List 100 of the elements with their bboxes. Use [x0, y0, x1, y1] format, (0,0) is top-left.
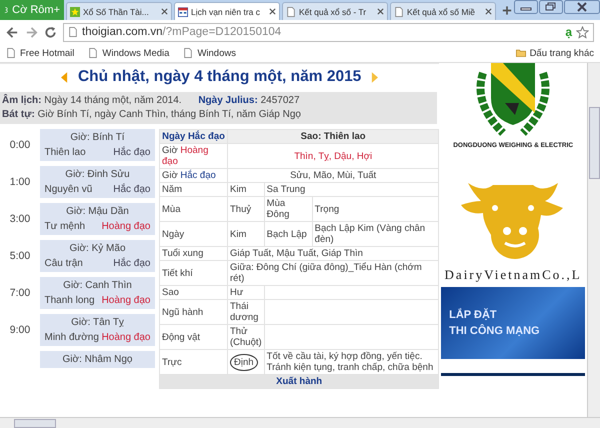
page-icon — [6, 48, 16, 58]
tab-label: Kết quả xổ số - Tr — [299, 6, 368, 16]
browser-tab[interactable]: Xổ Số Thần Tài... — [66, 2, 172, 20]
hour-star-label: Thanh long — [44, 295, 95, 306]
table-cell: Tiết khí — [162, 268, 193, 278]
page-icon — [394, 6, 404, 16]
table-cell: Sao — [162, 287, 179, 298]
url-text: thoigian.com.vn/?mPage=D120150104 — [82, 26, 282, 38]
close-icon[interactable] — [269, 8, 276, 15]
table-cell: Sa Trung — [266, 184, 306, 195]
hour-time: 5:00 — [8, 250, 32, 262]
hour-star-label: Thiên lao — [44, 147, 86, 158]
close-icon[interactable] — [485, 8, 492, 15]
table-cell: Sửu, Mão, Mùi, Tuất — [290, 170, 376, 181]
julian-day-text: Ngày Julius: 2457027 — [198, 95, 300, 106]
table-cell: Tuổi xung — [162, 248, 204, 259]
table-cell: Thái dương — [230, 301, 258, 323]
date-title: Chủ nhật, ngày 4 tháng một, năm 2015 — [78, 68, 362, 86]
table-cell: Mùa Đông — [266, 198, 290, 220]
hour-name: Giờ: Tân Tỵ — [71, 317, 124, 328]
page-icon — [286, 6, 296, 16]
horizontal-scrollbar[interactable] — [0, 417, 600, 428]
table-cell: Giờ Hắc đạo — [162, 170, 216, 181]
tab-label: Xổ Số Thần Tài... — [83, 6, 150, 16]
hour-type-label: Hoàng đạo — [102, 332, 150, 343]
hour-name: Giờ: Đinh Sửu — [65, 169, 130, 180]
vertical-scrollbar[interactable] — [587, 63, 600, 417]
table-cell: Hư — [230, 287, 244, 298]
table-cell: Trọng — [314, 204, 340, 214]
folder-icon — [516, 48, 526, 58]
hour-time: 7:00 — [8, 287, 32, 299]
table-cell: Ngũ hành — [162, 306, 204, 318]
bookmark-item[interactable]: Windows Media — [88, 48, 170, 58]
hour-star-label: Minh đường — [44, 332, 99, 343]
network-install-banner[interactable]: LẮP ĐẶT THI CÔNG MẠNG — [441, 287, 586, 359]
page-icon — [183, 48, 194, 58]
address-bar[interactable]: thoigian.com.vn/?mPage=D120150104 ạ — [63, 22, 594, 42]
new-tab-icon[interactable] — [502, 5, 512, 16]
table-header: Sao: Thiên lao — [300, 131, 366, 142]
hour-type-label: Hắc đạo — [113, 258, 150, 269]
reload-icon[interactable] — [44, 26, 57, 38]
tab-label: Lịch vạn niên tra c — [191, 6, 261, 16]
hour-star-label: Câu trận — [44, 258, 83, 269]
table-header: Ngày Hắc đạo — [162, 131, 225, 142]
table-cell: Thử (Chuột) — [230, 326, 262, 348]
other-bookmarks-folder[interactable]: Dấu trang khác — [516, 48, 594, 58]
hour-star-label: Nguyên vũ — [44, 184, 92, 195]
hour-time: 3:00 — [8, 213, 32, 225]
dairy-caption: DairyVietnamCo.,L — [444, 267, 582, 283]
browser-tab[interactable]: Kết quả xổ số - Tr — [282, 2, 388, 20]
tab-label: Kết quả xổ số Miề — [407, 6, 476, 16]
back-icon[interactable] — [6, 26, 19, 38]
close-window-icon[interactable] — [564, 0, 600, 14]
hour-name: Giờ: Kỷ Mão — [69, 243, 126, 254]
bat-tu-text: Bát tự: Giờ Bính Tí, ngày Canh Thìn, tháng Bính Tí, năm Giáp Ngọ — [2, 109, 301, 120]
lunar-date-text: Âm lịch: Ngày 14 tháng một, năm 2014. — [2, 95, 182, 106]
browser-tab[interactable]: Lịch vạn niên tra c — [174, 2, 280, 20]
close-icon[interactable] — [161, 8, 168, 15]
hour-type-label: Hoàng đạo — [102, 295, 150, 306]
page-icon — [68, 27, 78, 37]
page-icon — [88, 48, 98, 58]
minimize-icon[interactable] — [514, 0, 538, 14]
bookmark-item[interactable]: Windows — [183, 48, 236, 58]
hour-time: 1:00 — [8, 176, 32, 188]
hour-type-label: Hắc đạo — [113, 184, 150, 195]
table-cell: Bạch Lập Kim (Vàng chân đèn) — [314, 223, 426, 245]
table-cell: Động vật — [162, 332, 200, 342]
bookmark-star-icon[interactable] — [576, 26, 589, 38]
table-cell: Ngày — [162, 228, 184, 240]
table-cell: Thuỷ — [230, 204, 252, 214]
circled-value: Định — [230, 354, 258, 370]
table-cell: Thìn, Tỵ, Dậu, Hợi — [294, 150, 372, 162]
hour-name: Giờ: Canh Thìn — [63, 280, 132, 291]
hour-time: 9:00 — [8, 324, 32, 336]
extension-button[interactable]: ạ — [565, 25, 572, 39]
star-icon — [70, 6, 80, 16]
table-cell: Bạch Lập — [266, 228, 307, 240]
close-icon[interactable] — [377, 8, 384, 15]
table-cell: Mùa — [162, 204, 180, 214]
calendar-icon — [178, 6, 188, 16]
table-cell: Năm — [162, 184, 182, 195]
browser-tab[interactable]: Kết quả xổ số Miề — [390, 2, 496, 20]
hour-name: Giờ: Mậu Dần — [66, 206, 129, 217]
banner-text: THI CÔNG MẠNG — [449, 325, 541, 337]
banner-text: LẮP ĐẶT — [449, 309, 498, 321]
hour-star-label: Tư mệnh — [44, 221, 86, 232]
hour-time: 0:00 — [8, 139, 32, 151]
restore-icon[interactable] — [539, 0, 563, 14]
hour-name: Giờ: Bính Tí — [70, 132, 125, 143]
table-cell: Kim — [230, 228, 246, 240]
section-heading: Xuất hành — [276, 376, 322, 387]
table-cell: Giữa: Đông Chí (giữa đông)_Tiểu Hàn (chớm rét) — [230, 262, 422, 284]
table-cell: Giờ Hoàng đạo — [162, 145, 208, 167]
bookmark-item[interactable]: Free Hotmail — [6, 48, 74, 58]
table-cell: Kim — [230, 184, 246, 195]
table-cell: Tốt về cầu tài, ký hợp đồng, yến tiệc. Tránh kiện tụng, tranh chấp, chữa bệnh — [266, 351, 434, 373]
hour-type-label: Hắc đạo — [113, 147, 150, 158]
hour-name: Giờ: Nhâm Ngọ — [62, 354, 132, 365]
table-cell: Trực — [162, 356, 182, 368]
table-cell: Giáp Tuất, Mậu Tuất, Giáp Thìn — [230, 248, 363, 259]
